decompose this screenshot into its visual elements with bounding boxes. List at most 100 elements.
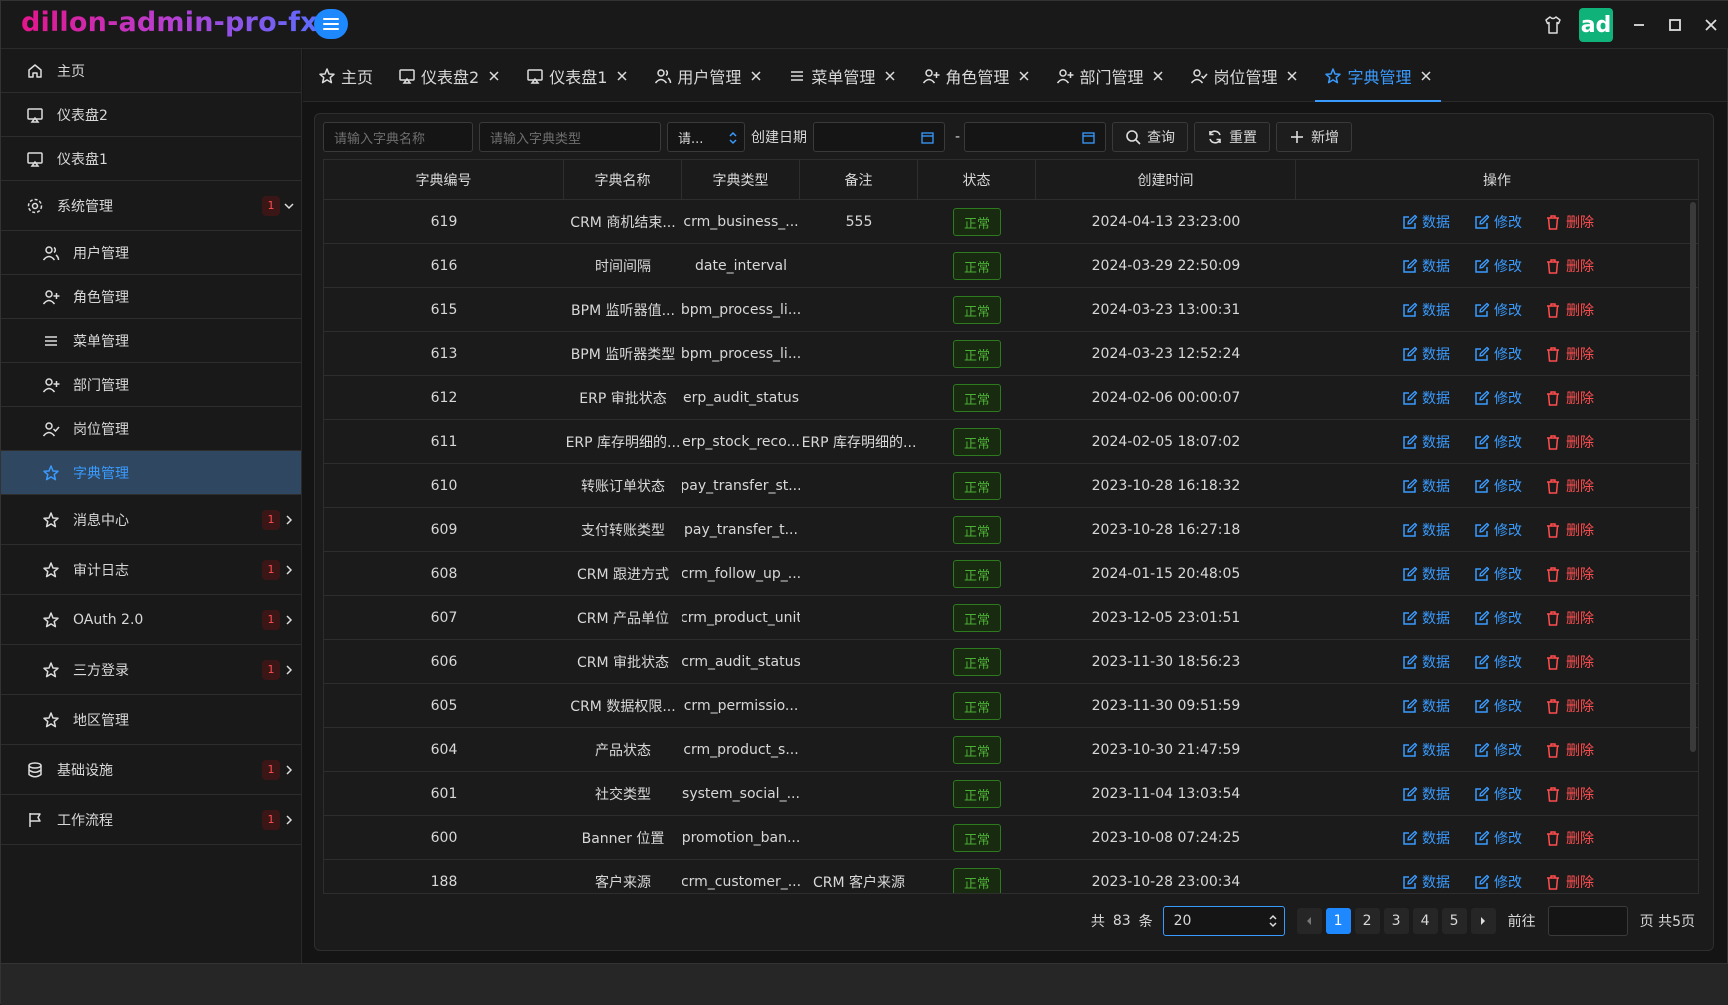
data-action-button[interactable]: 数据 [1400,344,1450,364]
table-row[interactable]: 619 CRM 商机结束... crm_business_... 555 正常 2024-… [324,200,1698,244]
delete-action-button[interactable]: 删除 [1544,696,1594,716]
data-action-button[interactable]: 数据 [1400,608,1450,628]
data-action-button[interactable]: 数据 [1400,256,1450,276]
sidebar-item[interactable]: 地区管理 [1,695,301,745]
sidebar-item[interactable]: 主页 [1,49,301,93]
edit-action-button[interactable]: 修改 [1472,256,1522,276]
sidebar-item[interactable]: 消息中心 1 [1,495,301,545]
edit-action-button[interactable]: 修改 [1472,740,1522,760]
edit-action-button[interactable]: 修改 [1472,432,1522,452]
search-button[interactable]: 查询 [1112,122,1189,152]
tab[interactable]: 角色管理 [913,49,1039,102]
sidebar-item[interactable]: 仪表盘2 [1,93,301,137]
tab-close-icon[interactable] [1017,69,1031,83]
tab-close-icon[interactable] [615,69,629,83]
delete-action-button[interactable]: 删除 [1544,256,1594,276]
data-action-button[interactable]: 数据 [1400,432,1450,452]
table-row[interactable]: 608 CRM 跟进方式 crm_follow_up_... 正常 2024-01-15… [324,552,1698,596]
table-row[interactable]: 611 ERP 库存明细的... erp_stock_reco... ERP 库存明细… [324,420,1698,464]
page-button[interactable]: 1 [1325,908,1351,934]
data-action-button[interactable]: 数据 [1400,564,1450,584]
tab-close-icon[interactable] [1151,69,1165,83]
table-row[interactable]: 613 BPM 监听器类型 bpm_process_li... 正常 2024-03-2… [324,332,1698,376]
delete-action-button[interactable]: 删除 [1544,564,1594,584]
edit-action-button[interactable]: 修改 [1472,828,1522,848]
delete-action-button[interactable]: 删除 [1544,476,1594,496]
delete-action-button[interactable]: 删除 [1544,608,1594,628]
reset-button[interactable]: 重置 [1194,122,1271,152]
tab-close-icon[interactable] [1285,69,1299,83]
minimize-button[interactable] [1621,1,1657,49]
chevron-right-icon[interactable] [281,662,297,678]
table-row[interactable]: 615 BPM 监听器值... bpm_process_li... 正常 2024-03… [324,288,1698,332]
data-action-button[interactable]: 数据 [1400,828,1450,848]
delete-action-button[interactable]: 删除 [1544,432,1594,452]
page-button[interactable]: 5 [1441,908,1467,934]
delete-action-button[interactable]: 删除 [1544,300,1594,320]
tab[interactable]: 字典管理 [1315,49,1442,102]
edit-action-button[interactable]: 修改 [1472,388,1522,408]
tab-close-icon[interactable] [1419,69,1433,83]
page-button[interactable]: 3 [1383,908,1409,934]
edit-action-button[interactable]: 修改 [1472,520,1522,540]
table-row[interactable]: 607 CRM 产品单位 crm_product_unit 正常 2023-12-05 … [324,596,1698,640]
data-action-button[interactable]: 数据 [1400,872,1450,892]
edit-action-button[interactable]: 修改 [1472,608,1522,628]
delete-action-button[interactable]: 删除 [1544,520,1594,540]
page-button[interactable]: 2 [1354,908,1380,934]
sidebar-item[interactable]: 角色管理 [1,275,301,319]
theme-button[interactable] [1535,1,1571,49]
chevron-right-icon[interactable] [281,512,297,528]
sidebar-item[interactable]: OAuth 2.0 1 [1,595,301,645]
tab-close-icon[interactable] [883,69,897,83]
delete-action-button[interactable]: 删除 [1544,344,1594,364]
data-action-button[interactable]: 数据 [1400,300,1450,320]
tab[interactable]: 菜单管理 [779,49,905,102]
tab-close-icon[interactable] [487,69,501,83]
data-action-button[interactable]: 数据 [1400,696,1450,716]
edit-action-button[interactable]: 修改 [1472,652,1522,672]
dict-type-input[interactable]: 请输入字典类型 [479,122,661,152]
data-action-button[interactable]: 数据 [1400,476,1450,496]
data-action-button[interactable]: 数据 [1400,212,1450,232]
table-row[interactable]: 609 支付转账类型 pay_transfer_t... 正常 2023-10-28 1… [324,508,1698,552]
data-action-button[interactable]: 数据 [1400,520,1450,540]
page-size-select[interactable]: 20 [1162,906,1285,936]
sidebar-item[interactable]: 工作流程 1 [1,795,301,845]
sidebar-item[interactable]: 基础设施 1 [1,745,301,795]
chevron-right-icon[interactable] [281,612,297,628]
prev-page-button[interactable] [1296,908,1322,934]
table-row[interactable]: 605 CRM 数据权限... crm_permissio... 正常 2023-11-… [324,684,1698,728]
table-row[interactable]: 601 社交类型 system_social_... 正常 2023-11-04 13:… [324,772,1698,816]
sidebar-item[interactable]: 审计日志 1 [1,545,301,595]
edit-action-button[interactable]: 修改 [1472,476,1522,496]
data-action-button[interactable]: 数据 [1400,740,1450,760]
delete-action-button[interactable]: 删除 [1544,872,1594,892]
tab[interactable]: 部门管理 [1047,49,1173,102]
table-row[interactable]: 604 产品状态 crm_product_s... 正常 2023-10-30 21:4… [324,728,1698,772]
date-end-input[interactable] [964,122,1107,152]
goto-page-input[interactable] [1547,906,1628,936]
tab[interactable]: 用户管理 [645,49,771,102]
table-row[interactable]: 616 时间间隔 date_interval 正常 2024-03-29 22:50:0… [324,244,1698,288]
sidebar-item[interactable]: 岗位管理 [1,407,301,451]
data-action-button[interactable]: 数据 [1400,388,1450,408]
chevron-right-icon[interactable] [281,562,297,578]
status-select[interactable]: 请... [667,122,745,152]
table-row[interactable]: 600 Banner 位置 promotion_ban... 正常 2023-10-08… [324,816,1698,860]
tab[interactable]: 岗位管理 [1181,49,1307,102]
table-row[interactable]: 188 客户来源 crm_customer_... CRM 客户来源 正常 2023-10… [324,860,1698,893]
maximize-button[interactable] [1657,1,1693,49]
table-row[interactable]: 606 CRM 审批状态 crm_audit_status 正常 2023-11-30 … [324,640,1698,684]
page-button[interactable]: 4 [1412,908,1438,934]
next-page-button[interactable] [1470,908,1496,934]
delete-action-button[interactable]: 删除 [1544,388,1594,408]
delete-action-button[interactable]: 删除 [1544,784,1594,804]
delete-action-button[interactable]: 删除 [1544,740,1594,760]
tab[interactable]: 仪表盘2 [389,49,509,102]
edit-action-button[interactable]: 修改 [1472,696,1522,716]
sidebar-item[interactable]: 菜单管理 [1,319,301,363]
table-scrollbar[interactable] [1690,202,1696,752]
edit-action-button[interactable]: 修改 [1472,872,1522,892]
add-button[interactable]: 新增 [1276,122,1353,152]
